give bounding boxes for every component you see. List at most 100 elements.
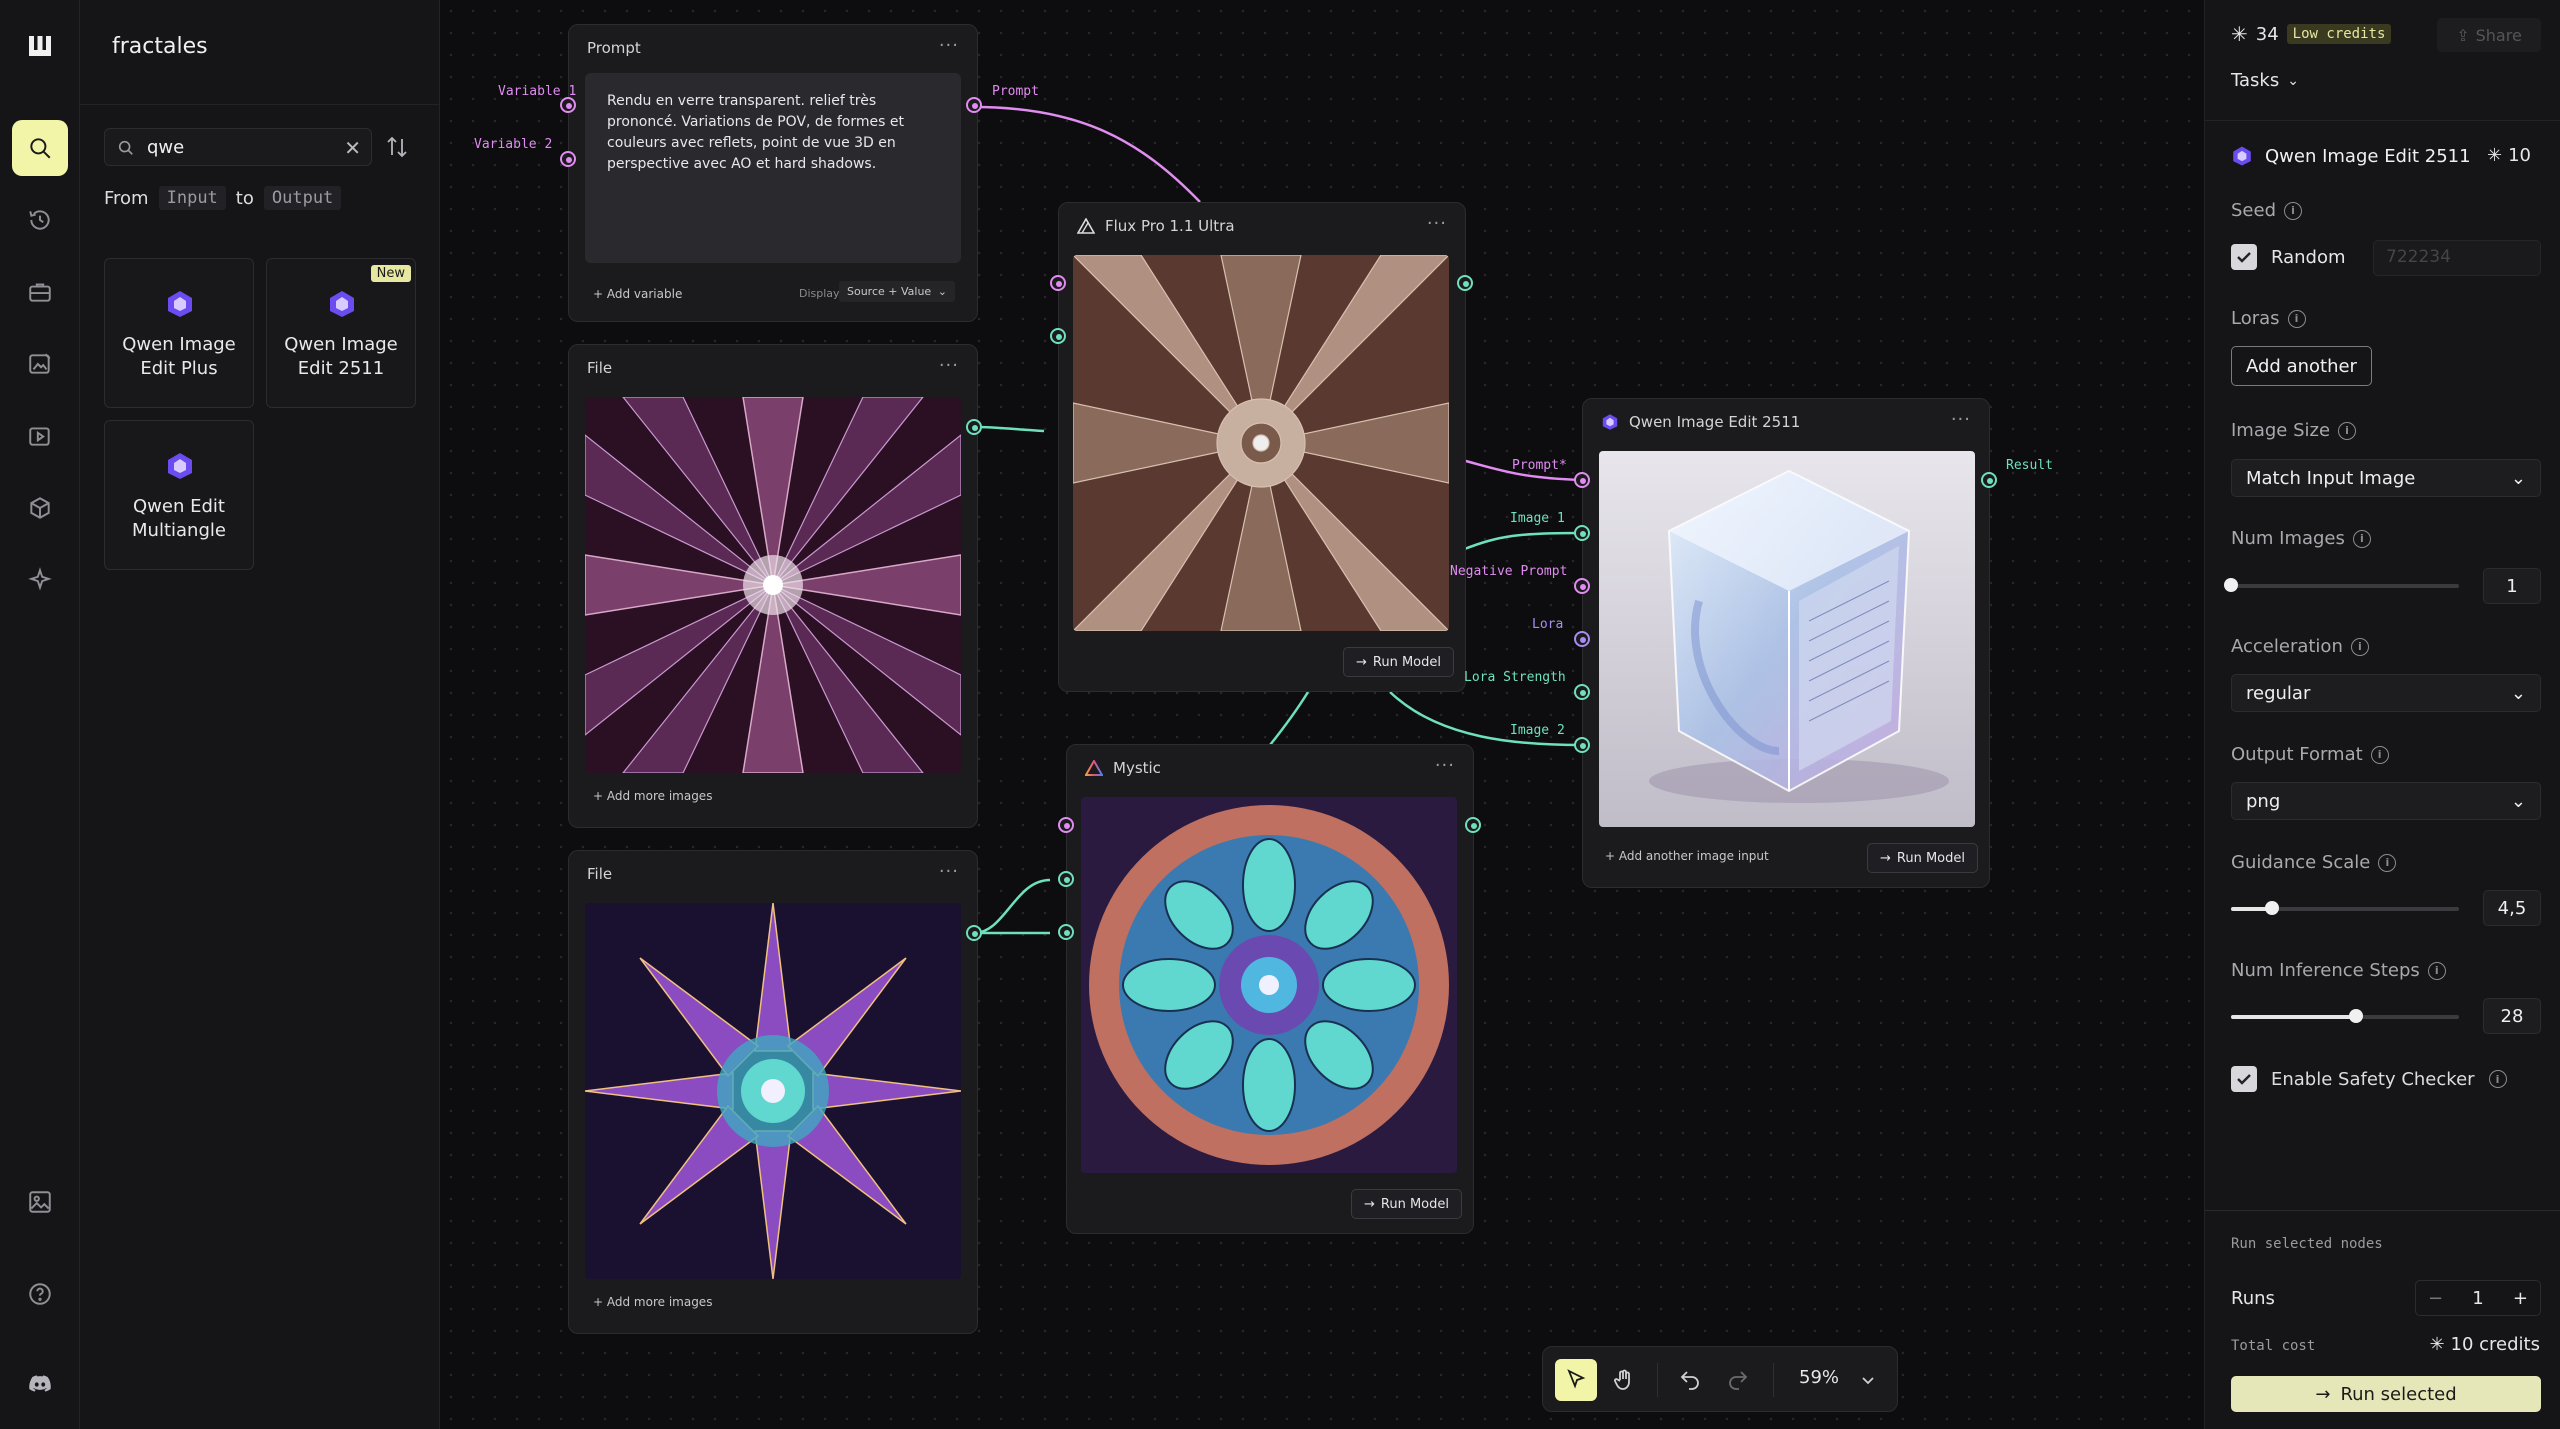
flux-output-port[interactable]: [1457, 275, 1473, 291]
rail-3d-button[interactable]: [12, 480, 68, 536]
qwen-lora-port[interactable]: [1574, 631, 1590, 647]
rail-discord-button[interactable]: [12, 1356, 68, 1412]
qwen-image1-port[interactable]: [1574, 525, 1590, 541]
workflow-canvas[interactable]: Prompt ··· Rendu en verre transparent. r…: [440, 0, 2204, 1429]
pan-tool-button[interactable]: [1603, 1359, 1645, 1401]
select-tool-button[interactable]: [1555, 1359, 1597, 1401]
model-card-qwen-image-edit-plus[interactable]: Qwen Image Edit Plus: [104, 258, 254, 408]
plus-icon[interactable]: +: [2513, 1288, 2528, 1309]
share-button[interactable]: ⇪ Share: [2437, 18, 2541, 52]
node-menu-icon[interactable]: ···: [939, 861, 959, 882]
flux-image-input-port[interactable]: [1050, 328, 1066, 344]
run-selected-button[interactable]: → Run selected: [2231, 1376, 2541, 1412]
help-icon: [29, 1283, 51, 1305]
prompt-variable1-port[interactable]: [560, 97, 576, 113]
zoom-menu-button[interactable]: [1847, 1359, 1889, 1401]
panel-divider: [2205, 120, 2560, 121]
node-menu-icon[interactable]: ···: [1435, 755, 1455, 776]
model-cost: ✳ 10: [2487, 145, 2531, 166]
sort-icon[interactable]: [384, 134, 410, 160]
num-images-input[interactable]: 1: [2483, 568, 2541, 604]
seed-input[interactable]: 722234: [2373, 240, 2541, 276]
qwen-run-model-button[interactable]: → Run Model: [1867, 843, 1978, 873]
model-card-qwen-edit-multiangle[interactable]: Qwen Edit Multiangle: [104, 420, 254, 570]
prompt-variable2-port[interactable]: [560, 151, 576, 167]
prompt-node[interactable]: Prompt ··· Rendu en verre transparent. r…: [568, 24, 978, 322]
redo-button[interactable]: [1717, 1359, 1759, 1401]
mystic-node[interactable]: Mystic ··· → Run Model: [1066, 744, 1474, 1234]
mystic-image-input-port-2[interactable]: [1058, 924, 1074, 940]
slider-knob[interactable]: [2349, 1009, 2364, 1023]
display-select[interactable]: Source + Value ⌄: [839, 281, 955, 302]
qwen-image2-port[interactable]: [1574, 737, 1590, 753]
runs-stepper[interactable]: − 1 +: [2415, 1280, 2541, 1316]
model-card-label: Qwen Image Edit Plus: [122, 334, 236, 379]
file2-output-port[interactable]: [966, 925, 982, 941]
qwen-image-edit-node[interactable]: Qwen Image Edit 2511 ··· + Add another i…: [1582, 398, 1990, 888]
random-seed-checkbox[interactable]: Random: [2231, 244, 2346, 270]
rail-toolbox-button[interactable]: [12, 264, 68, 320]
to-output-chip[interactable]: Output: [263, 186, 342, 210]
add-another-image-input-button[interactable]: + Add another image input: [1605, 849, 1769, 863]
add-variable-button[interactable]: + Add variable: [593, 287, 682, 301]
prompt-output-label: Prompt: [992, 84, 1039, 99]
selected-model-header: Qwen Image Edit 2511: [2231, 145, 2471, 167]
inference-steps-input[interactable]: 28: [2483, 998, 2541, 1034]
from-input-chip[interactable]: Input: [158, 186, 226, 210]
acceleration-select[interactable]: regular ⌄: [2231, 674, 2541, 712]
qwen-lora-strength-port[interactable]: [1574, 684, 1590, 700]
checkbox-checked[interactable]: [2231, 244, 2257, 270]
minus-icon[interactable]: −: [2428, 1288, 2443, 1309]
rail-sparkle-button[interactable]: [12, 552, 68, 608]
guidance-scale-input[interactable]: 4,5: [2483, 890, 2541, 926]
rail-search-button[interactable]: [12, 120, 68, 176]
clear-search-icon[interactable]: ✕: [344, 136, 361, 160]
model-card-qwen-image-edit-2511[interactable]: New Qwen Image Edit 2511: [266, 258, 416, 408]
qwen-prompt-port[interactable]: [1574, 472, 1590, 488]
mystic-run-model-button[interactable]: → Run Model: [1351, 1189, 1462, 1219]
flux-output-image: [1073, 255, 1449, 631]
slider-knob[interactable]: [2224, 578, 2238, 592]
rail-gallery-button[interactable]: [12, 1174, 68, 1230]
flux-prompt-input-port[interactable]: [1050, 275, 1066, 291]
file-node-1[interactable]: File ··· + Add more images: [568, 344, 978, 828]
num-images-slider[interactable]: [2224, 578, 2459, 592]
flux-pro-node[interactable]: Flux Pro 1.1 Ultra ··· → Run Model: [1058, 202, 1466, 692]
seed-label: Seed i: [2231, 200, 2302, 221]
rail-video-button[interactable]: [12, 408, 68, 464]
safety-checker-checkbox[interactable]: Enable Safety Checker i: [2231, 1066, 2507, 1092]
flux-run-model-button[interactable]: → Run Model: [1343, 647, 1454, 677]
file-node-2[interactable]: File ··· + Add more images: [568, 850, 978, 1334]
node-title: Flux Pro 1.1 Ultra: [1105, 217, 1235, 235]
add-more-images-button[interactable]: + Add more images: [593, 1295, 712, 1309]
undo-button[interactable]: [1669, 1359, 1711, 1401]
prompt-textarea[interactable]: Rendu en verre transparent. relief très …: [585, 73, 961, 263]
node-menu-icon[interactable]: ···: [939, 35, 959, 56]
tasks-dropdown[interactable]: Tasks ⌄: [2231, 70, 2299, 91]
slider-knob[interactable]: [2265, 901, 2280, 915]
inference-steps-slider[interactable]: [2231, 1009, 2459, 1023]
search-input[interactable]: qwe ✕: [104, 128, 372, 166]
zoom-level[interactable]: 59%: [1799, 1367, 1839, 1388]
mystic-image-input-port-1[interactable]: [1058, 871, 1074, 887]
rail-image-edit-button[interactable]: [12, 336, 68, 392]
add-more-images-button[interactable]: + Add more images: [593, 789, 712, 803]
prompt-output-port[interactable]: [966, 97, 982, 113]
app-logo[interactable]: [12, 18, 68, 74]
output-format-select[interactable]: png ⌄: [2231, 782, 2541, 820]
qwen-result-port[interactable]: [1981, 472, 1997, 488]
image-size-select[interactable]: Match Input Image ⌄: [2231, 459, 2541, 497]
node-menu-icon[interactable]: ···: [939, 355, 959, 376]
qwen-negative-prompt-port[interactable]: [1574, 578, 1590, 594]
wire-file2-to-mystic-a: [973, 878, 1051, 935]
rail-help-button[interactable]: [12, 1266, 68, 1322]
rail-history-button[interactable]: [12, 192, 68, 248]
file1-output-port[interactable]: [966, 419, 982, 435]
checkbox-checked[interactable]: [2231, 1066, 2257, 1092]
add-another-lora-button[interactable]: Add another: [2231, 346, 2372, 386]
node-menu-icon[interactable]: ···: [1427, 213, 1447, 234]
node-menu-icon[interactable]: ···: [1951, 409, 1971, 430]
mystic-output-port[interactable]: [1465, 817, 1481, 833]
guidance-scale-slider[interactable]: [2231, 901, 2459, 915]
mystic-prompt-input-port[interactable]: [1058, 817, 1074, 833]
